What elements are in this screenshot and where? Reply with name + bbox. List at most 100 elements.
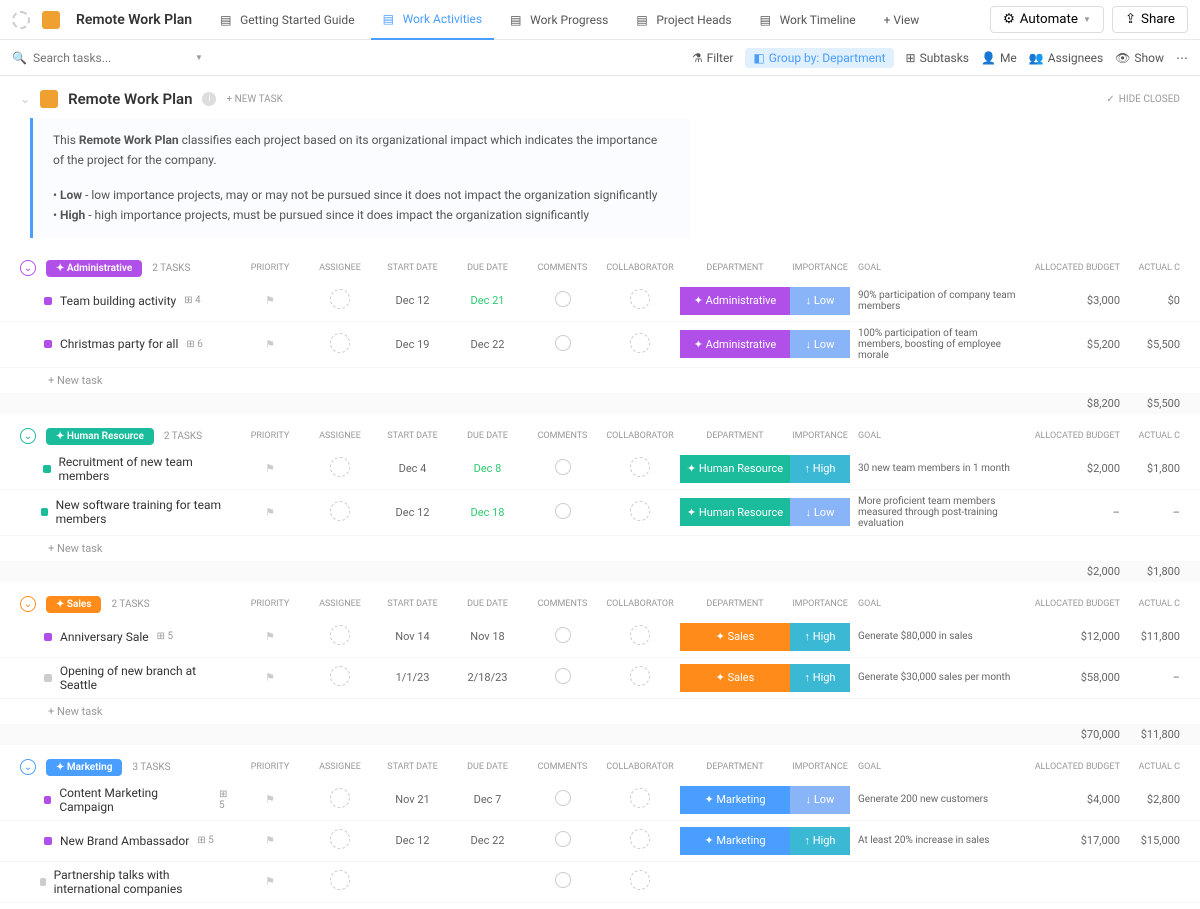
comment-icon[interactable] xyxy=(555,335,571,351)
subtask-count[interactable]: ⊞ 5 xyxy=(157,631,173,642)
start-date[interactable]: Nov 21 xyxy=(375,793,450,806)
tab-getting-started-guide[interactable]: ▤Getting Started Guide xyxy=(208,0,366,40)
more-button[interactable]: ⋯ xyxy=(1176,51,1188,65)
start-date[interactable]: Dec 4 xyxy=(375,462,450,475)
due-date[interactable]: Nov 18 xyxy=(450,630,525,643)
subtasks-button[interactable]: ⊞Subtasks xyxy=(906,51,969,65)
start-date[interactable]: Dec 12 xyxy=(375,506,450,519)
task-name[interactable]: Partnership talks with international com… xyxy=(54,868,235,896)
importance-tag[interactable]: ↓ Low xyxy=(790,786,850,814)
subtask-count[interactable]: ⊞ 5 xyxy=(219,789,235,811)
flag-icon[interactable]: ⚑ xyxy=(265,671,275,684)
collaborator-icon[interactable] xyxy=(630,289,650,309)
task-row[interactable]: New Brand Ambassador ⊞ 5 ⚑ Dec 12 Dec 22… xyxy=(0,821,1200,862)
comment-icon[interactable] xyxy=(555,459,571,475)
new-task-button[interactable]: + New task xyxy=(0,536,1200,561)
comment-icon[interactable] xyxy=(555,831,571,847)
start-date[interactable]: Nov 14 xyxy=(375,630,450,643)
task-name[interactable]: Team building activity xyxy=(60,294,176,308)
show-button[interactable]: 👁Show xyxy=(1115,51,1164,65)
assignee-icon[interactable] xyxy=(330,333,350,353)
status-bullet[interactable] xyxy=(44,633,52,641)
department-tag[interactable]: ✦ Human Resource xyxy=(680,455,790,483)
status-bullet[interactable] xyxy=(44,796,52,804)
department-tag[interactable]: ✦ Sales xyxy=(680,664,790,692)
collapse-icon[interactable]: ⌄ xyxy=(20,759,36,775)
new-task-button[interactable]: + NEW TASK xyxy=(226,94,282,105)
due-date[interactable]: Dec 22 xyxy=(450,338,525,351)
share-button[interactable]: ⇪Share xyxy=(1112,6,1188,33)
department-tag[interactable]: ✦ Marketing xyxy=(680,827,790,855)
task-row[interactable]: Content Marketing Campaign ⊞ 5 ⚑ Nov 21 … xyxy=(0,780,1200,821)
assignee-icon[interactable] xyxy=(330,289,350,309)
comment-icon[interactable] xyxy=(555,291,571,307)
importance-tag[interactable]: ↓ Low xyxy=(790,287,850,315)
assignee-icon[interactable] xyxy=(330,788,350,808)
task-name[interactable]: Recruitment of new team members xyxy=(59,455,235,483)
task-row[interactable]: Opening of new branch at Seattle ⚑ 1/1/2… xyxy=(0,658,1200,699)
task-name[interactable]: New Brand Ambassador xyxy=(60,834,189,848)
flag-icon[interactable]: ⚑ xyxy=(265,338,275,351)
tab-work-timeline[interactable]: ▤Work Timeline xyxy=(748,0,868,40)
importance-tag[interactable]: ↑ High xyxy=(790,664,850,692)
flag-icon[interactable]: ⚑ xyxy=(265,294,275,307)
flag-icon[interactable]: ⚑ xyxy=(265,462,275,475)
task-row[interactable]: Team building activity ⊞ 4 ⚑ Dec 12 Dec … xyxy=(0,281,1200,322)
status-bullet[interactable] xyxy=(41,508,48,516)
status-bullet[interactable] xyxy=(44,340,52,348)
assignees-button[interactable]: 👥Assignees xyxy=(1029,51,1103,65)
filter-button[interactable]: ⚗Filter xyxy=(692,51,734,65)
collaborator-icon[interactable] xyxy=(630,457,650,477)
search-box[interactable]: 🔍 ▼ xyxy=(12,51,692,65)
department-tag[interactable]: ✦ Marketing xyxy=(680,786,790,814)
collapse-icon[interactable]: ⌄ xyxy=(20,92,30,106)
importance-tag[interactable]: ↓ Low xyxy=(790,330,850,358)
subtask-count[interactable]: ⊞ 6 xyxy=(186,339,202,350)
comment-icon[interactable] xyxy=(555,668,571,684)
assignee-icon[interactable] xyxy=(330,501,350,521)
due-date[interactable]: Dec 8 xyxy=(450,462,525,475)
assignee-icon[interactable] xyxy=(330,829,350,849)
hide-closed-button[interactable]: ✓HIDE CLOSED xyxy=(1106,94,1180,105)
status-bullet[interactable] xyxy=(40,878,46,886)
assignee-icon[interactable] xyxy=(330,870,350,890)
task-row[interactable]: Christmas party for all ⊞ 6 ⚑ Dec 19 Dec… xyxy=(0,322,1200,368)
collaborator-icon[interactable] xyxy=(630,625,650,645)
importance-tag[interactable]: ↑ High xyxy=(790,623,850,651)
group-label[interactable]: ✦ Sales xyxy=(46,596,101,613)
subtask-count[interactable]: ⊞ 5 xyxy=(197,835,213,846)
group-label[interactable]: ✦ Human Resource xyxy=(46,428,154,445)
comment-icon[interactable] xyxy=(555,627,571,643)
start-date[interactable]: Dec 12 xyxy=(375,834,450,847)
info-icon[interactable]: i xyxy=(202,92,216,106)
collaborator-icon[interactable] xyxy=(630,829,650,849)
flag-icon[interactable]: ⚑ xyxy=(265,875,275,888)
task-row[interactable]: Recruitment of new team members ⚑ Dec 4 … xyxy=(0,449,1200,490)
task-name[interactable]: Christmas party for all xyxy=(60,337,178,351)
assignee-icon[interactable] xyxy=(330,457,350,477)
collaborator-icon[interactable] xyxy=(630,501,650,521)
department-tag[interactable]: ✦ Administrative xyxy=(680,287,790,315)
app-logo-icon[interactable] xyxy=(12,11,30,29)
department-tag[interactable]: ✦ Sales xyxy=(680,623,790,651)
space-title[interactable]: Remote Work Plan xyxy=(64,0,204,40)
collaborator-icon[interactable] xyxy=(630,870,650,890)
start-date[interactable]: Dec 19 xyxy=(375,338,450,351)
status-bullet[interactable] xyxy=(43,465,51,473)
subtask-count[interactable]: ⊞ 4 xyxy=(184,295,200,306)
flag-icon[interactable]: ⚑ xyxy=(265,793,275,806)
importance-tag[interactable]: ↓ Low xyxy=(790,498,850,526)
due-date[interactable]: 2/18/23 xyxy=(450,671,525,684)
automate-button[interactable]: ⚙Automate▼ xyxy=(990,6,1104,33)
task-row[interactable]: Anniversary Sale ⊞ 5 ⚑ Nov 14 Nov 18 ✦ S… xyxy=(0,617,1200,658)
assignee-icon[interactable] xyxy=(330,666,350,686)
due-date[interactable]: Dec 18 xyxy=(450,506,525,519)
flag-icon[interactable]: ⚑ xyxy=(265,630,275,643)
comment-icon[interactable] xyxy=(555,790,571,806)
start-date[interactable]: Dec 12 xyxy=(375,294,450,307)
task-row[interactable]: New software training for team members ⚑… xyxy=(0,490,1200,536)
group-label[interactable]: ✦ Marketing xyxy=(46,759,122,776)
comment-icon[interactable] xyxy=(555,872,571,888)
status-bullet[interactable] xyxy=(44,674,52,682)
due-date[interactable]: Dec 22 xyxy=(450,834,525,847)
